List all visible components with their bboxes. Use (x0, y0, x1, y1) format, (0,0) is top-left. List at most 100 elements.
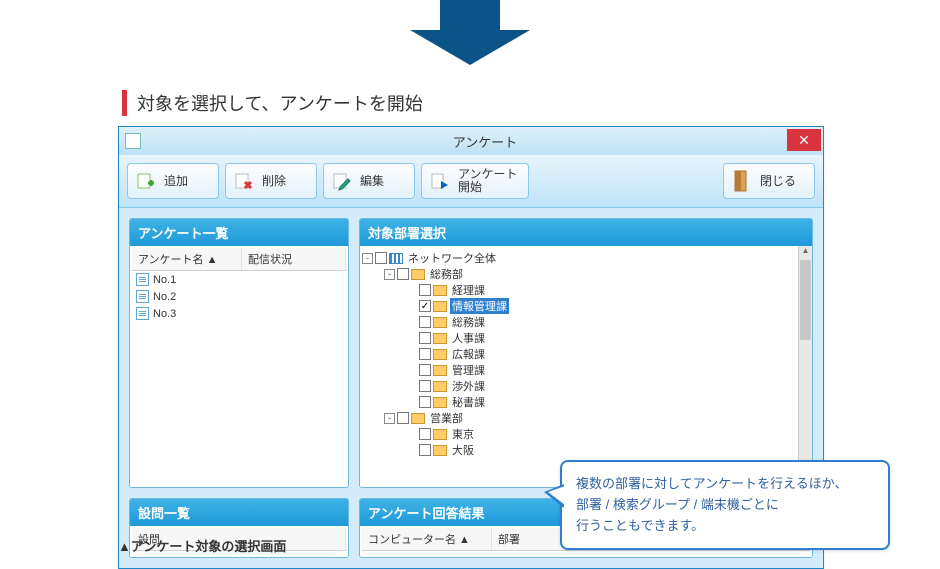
tree-node-label: 営業部 (428, 410, 465, 426)
tree-node[interactable]: 広報課 (362, 346, 810, 362)
department-icon (433, 397, 447, 408)
tree-node[interactable]: 東京 (362, 426, 810, 442)
tree-toggle-icon (406, 349, 417, 360)
tree-toggle-icon (406, 301, 417, 312)
department-icon (433, 349, 447, 360)
department-icon (433, 285, 447, 296)
scroll-up-icon[interactable]: ▲ (799, 246, 812, 258)
tree-node-label: 総務課 (450, 314, 487, 330)
tree-checkbox[interactable] (419, 428, 431, 440)
tree-checkbox[interactable] (419, 364, 431, 376)
tree-toggle-icon (406, 397, 417, 408)
tree-checkbox[interactable] (419, 396, 431, 408)
department-icon (433, 317, 447, 328)
window-title: アンケート (147, 132, 823, 151)
title-bar: アンケート ✕ (119, 127, 823, 155)
tree-checkbox[interactable] (419, 332, 431, 344)
tree-toggle-icon (406, 285, 417, 296)
scroll-thumb[interactable] (800, 260, 811, 340)
close-button[interactable]: 閉じる (723, 163, 815, 199)
tree-checkbox[interactable] (419, 348, 431, 360)
tree-toggle-icon (406, 445, 417, 456)
tree-toggle-icon (406, 381, 417, 392)
tree-node-label: 大阪 (450, 442, 476, 458)
tree-node-label: 管理課 (450, 362, 487, 378)
tree-node-label: 情報管理課 (450, 298, 509, 314)
callout-tooltip: 複数の部署に対してアンケートを行えるほか、 部署 / 検索グループ / 端末機ご… (560, 460, 890, 550)
tree-toggle-icon (406, 429, 417, 440)
tree-node[interactable]: - 総務部 (362, 266, 810, 282)
tree-node-label: 東京 (450, 426, 476, 442)
tree-toggle-icon (406, 333, 417, 344)
tree-node[interactable]: 人事課 (362, 330, 810, 346)
tree-node[interactable]: 管理課 (362, 362, 810, 378)
callout-line3: 行うこともできます。 (576, 516, 874, 537)
delete-icon (232, 169, 256, 193)
department-icon (433, 333, 447, 344)
tree-node[interactable]: - ネットワーク全体 (362, 250, 810, 266)
tree-node[interactable]: 大阪 (362, 442, 810, 458)
edit-button[interactable]: 編集 (323, 163, 415, 199)
dept-select-panel: 対象部署選択 -ネットワーク全体-総務部経理課✓情報管理課総務課人事課広報課管理… (359, 218, 813, 488)
department-icon (411, 413, 425, 424)
tree-node-label: ネットワーク全体 (406, 250, 498, 266)
tree-node[interactable]: 秘書課 (362, 394, 810, 410)
tree-checkbox[interactable] (419, 316, 431, 328)
network-icon (389, 253, 403, 264)
tree-toggle-icon[interactable]: - (362, 253, 373, 264)
tree-checkbox[interactable]: ✓ (419, 300, 431, 312)
callout-line1: 複数の部署に対してアンケートを行えるほか、 (576, 474, 874, 495)
edit-button-label: 編集 (360, 175, 384, 188)
start-survey-button-label: アンケート開始 (458, 168, 518, 194)
tree-node[interactable]: 渉外課 (362, 378, 810, 394)
survey-name: No.3 (153, 308, 176, 320)
department-icon (433, 365, 447, 376)
document-icon (136, 307, 149, 320)
figure-caption: ▲アンケート対象の選択画面 (118, 536, 286, 555)
survey-name: No.2 (153, 291, 176, 303)
app-icon (125, 133, 141, 149)
survey-name: No.1 (153, 274, 176, 286)
window-close-button[interactable]: ✕ (787, 129, 821, 151)
col-survey-name[interactable]: アンケート名 ▲ (132, 248, 242, 270)
survey-list-header: アンケート一覧 (130, 219, 348, 246)
tree-node[interactable]: 総務課 (362, 314, 810, 330)
arrow-down-decoration (410, 0, 530, 65)
start-survey-button[interactable]: アンケート開始 (421, 163, 529, 199)
department-icon (433, 429, 447, 440)
callout-line2: 部署 / 検索グループ / 端末機ごとに (576, 495, 874, 516)
tree-checkbox[interactable] (419, 444, 431, 456)
document-icon (136, 273, 149, 286)
tree-checkbox[interactable] (397, 412, 409, 424)
tree-toggle-icon[interactable]: - (384, 413, 395, 424)
tree-node[interactable]: 経理課 (362, 282, 810, 298)
department-icon (433, 301, 447, 312)
tree-node[interactable]: - 営業部 (362, 410, 810, 426)
tree-toggle-icon (406, 365, 417, 376)
tree-node-label: 秘書課 (450, 394, 487, 410)
tree-checkbox[interactable] (375, 252, 387, 264)
col-computer-name[interactable]: コンピューター名 ▲ (362, 528, 492, 550)
survey-list-item[interactable]: No.2 (132, 288, 346, 305)
tree-node-label: 渉外課 (450, 378, 487, 394)
tree-scrollbar[interactable]: ▲ ▼ (798, 246, 812, 487)
survey-list-item[interactable]: No.3 (132, 305, 346, 322)
add-button[interactable]: 追加 (127, 163, 219, 199)
tree-checkbox[interactable] (397, 268, 409, 280)
survey-list-item[interactable]: No.1 (132, 271, 346, 288)
document-icon (136, 290, 149, 303)
department-icon (433, 381, 447, 392)
tree-toggle-icon[interactable]: - (384, 269, 395, 280)
delete-button[interactable]: 削除 (225, 163, 317, 199)
add-icon (134, 169, 158, 193)
tree-checkbox[interactable] (419, 284, 431, 296)
survey-list-panel: アンケート一覧 アンケート名 ▲ 配信状況 No.1 No.2 No.3 (129, 218, 349, 488)
tree-node-label: 総務部 (428, 266, 465, 282)
dept-select-header: 対象部署選択 (360, 219, 812, 246)
tree-node[interactable]: ✓ 情報管理課 (362, 298, 810, 314)
department-icon (411, 269, 425, 280)
delete-button-label: 削除 (262, 175, 286, 188)
dept-tree[interactable]: -ネットワーク全体-総務部経理課✓情報管理課総務課人事課広報課管理課渉外課秘書課… (360, 246, 812, 487)
col-delivery-status[interactable]: 配信状況 (242, 248, 346, 270)
tree-checkbox[interactable] (419, 380, 431, 392)
